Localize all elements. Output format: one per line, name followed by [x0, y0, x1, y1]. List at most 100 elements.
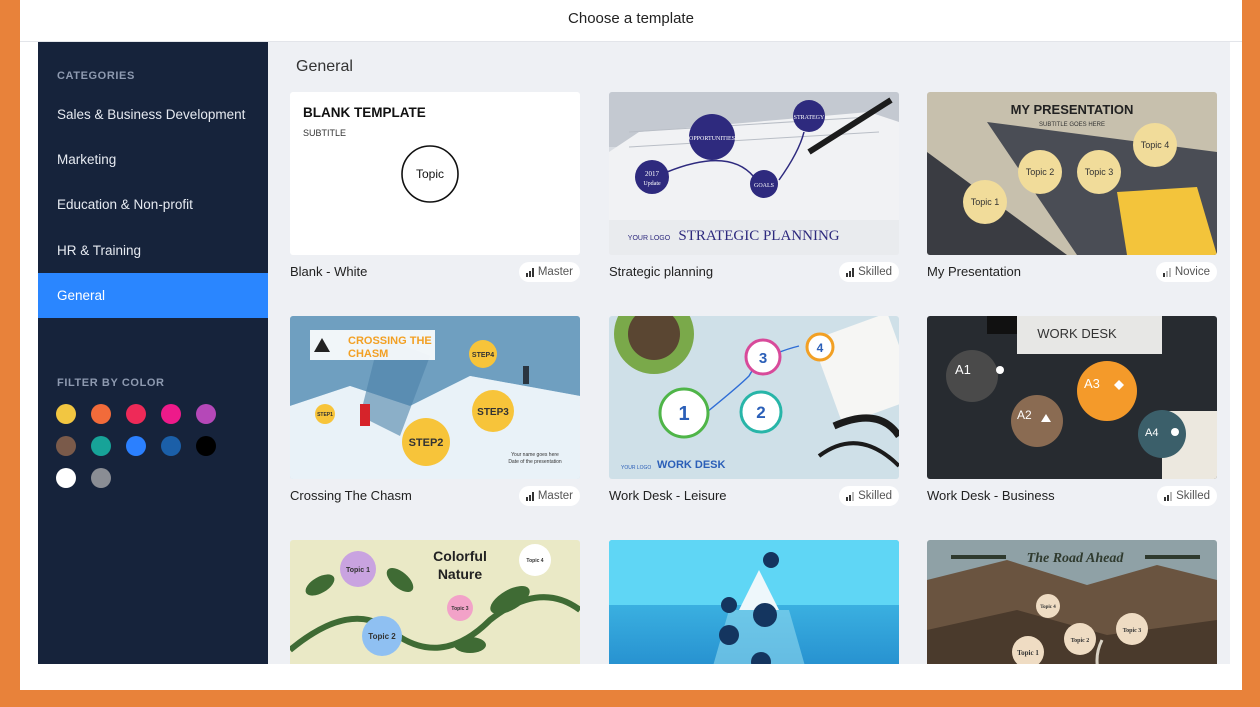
template-card-crossing-the-chasm[interactable]: CROSSING THE CHASM STEP1 STEP2 STEP3 STE…	[290, 316, 580, 516]
color-swatch-purple[interactable]	[196, 404, 216, 424]
skill-level-icon	[846, 491, 855, 501]
svg-text:CROSSING THE: CROSSING THE	[348, 335, 432, 347]
template-thumbnail: 1 2 3 4 WORK DESK YOUR LOGO	[609, 316, 899, 479]
template-name: Strategic planning	[609, 264, 714, 279]
svg-text:YOUR LOGO: YOUR LOGO	[621, 465, 651, 471]
categories-heading: CATEGORIES	[57, 70, 135, 82]
template-thumbnail: The Road Ahead Topic 1 Topic 2 Topic 3 T…	[927, 540, 1217, 664]
svg-text:4: 4	[817, 341, 824, 355]
svg-text:Update: Update	[643, 181, 661, 187]
level-label: Skilled	[858, 266, 892, 278]
svg-text:3: 3	[759, 350, 767, 367]
template-card-work-desk-leisure[interactable]: 1 2 3 4 WORK DESK YOUR LOGO Work Desk - …	[609, 316, 899, 516]
skill-level-icon	[525, 491, 534, 501]
svg-text:WORK DESK: WORK DESK	[1037, 326, 1117, 341]
svg-text:Topic 1: Topic 1	[346, 567, 370, 574]
svg-text:GOALS: GOALS	[754, 183, 774, 189]
svg-text:STEP2: STEP2	[409, 437, 444, 449]
level-label: Novice	[1174, 266, 1210, 278]
section-title: General	[296, 58, 353, 75]
svg-text:Topic 4: Topic 4	[1141, 140, 1170, 150]
category-general[interactable]: General	[38, 273, 268, 318]
svg-text:1: 1	[678, 403, 689, 425]
template-card-blank-white[interactable]: BLANK TEMPLATE SUBTITLE Topic Blank - Wh…	[290, 92, 580, 292]
svg-text:YOUR LOGO: YOUR LOGO	[628, 235, 671, 242]
svg-text:The Road Ahead: The Road Ahead	[1027, 551, 1125, 566]
template-dialog: Choose a template CATEGORIES Sales & Bus…	[20, 0, 1242, 690]
svg-text:Your name goes here: Your name goes here	[511, 452, 559, 458]
level-badge: Skilled	[839, 486, 899, 506]
svg-text:CHASM: CHASM	[348, 348, 388, 360]
svg-text:2: 2	[756, 403, 765, 422]
svg-text:STEP1: STEP1	[317, 412, 333, 418]
svg-text:A4: A4	[1145, 427, 1158, 439]
template-thumbnail: OPPORTUNITIES STRATEGY 2017 Update GOALS…	[609, 92, 899, 255]
level-label: Skilled	[1176, 490, 1210, 502]
level-label: Master	[537, 490, 573, 502]
svg-text:Nature: Nature	[438, 566, 483, 582]
template-thumbnail: BLANK TEMPLATE SUBTITLE Topic	[290, 92, 580, 255]
level-label: Master	[537, 266, 573, 278]
color-swatch-brown[interactable]	[56, 436, 76, 456]
svg-text:SUBTITLE GOES HERE: SUBTITLE GOES HERE	[1039, 122, 1105, 128]
template-name: My Presentation	[927, 264, 1021, 279]
svg-text:STEP4: STEP4	[472, 352, 494, 359]
svg-text:A1: A1	[955, 362, 971, 377]
color-swatch-white[interactable]	[56, 468, 76, 488]
skill-level-icon	[1162, 267, 1171, 277]
svg-text:Topic 1: Topic 1	[971, 197, 1000, 207]
template-gallery: General BLANK TEMPLATE SUBTITLE Topic Bl…	[268, 42, 1230, 664]
svg-text:A3: A3	[1084, 376, 1100, 391]
filter-by-color-heading: FILTER BY COLOR	[57, 377, 165, 389]
svg-text:Topic 3: Topic 3	[1085, 167, 1114, 177]
svg-text:A2: A2	[1017, 408, 1032, 422]
svg-text:MY PRESENTATION: MY PRESENTATION	[1011, 102, 1134, 117]
dialog-title: Choose a template	[20, 0, 1242, 42]
color-swatch-dark-blue[interactable]	[161, 436, 181, 456]
template-thumbnail: Topic 1 Topic 2 Topic 3 Topic 4 Colorful…	[290, 540, 580, 664]
svg-text:WORK DESK: WORK DESK	[657, 459, 726, 471]
skill-level-icon	[1164, 491, 1173, 501]
thumb-title: BLANK TEMPLATE	[303, 105, 426, 120]
svg-text:Topic 2: Topic 2	[1071, 638, 1090, 644]
category-education-non-profit[interactable]: Education & Non-profit	[38, 182, 268, 227]
level-badge: Novice	[1155, 262, 1217, 282]
color-swatch-teal[interactable]	[91, 436, 111, 456]
color-swatch-red[interactable]	[126, 404, 146, 424]
svg-text:STRATEGY: STRATEGY	[794, 115, 825, 121]
category-hr-training[interactable]: HR & Training	[38, 228, 268, 273]
template-card-work-desk-business[interactable]: WORK DESK A1 A2 A3 A4 Work Desk - Busine…	[927, 316, 1217, 516]
level-badge: Master	[518, 486, 580, 506]
svg-text:STEP3: STEP3	[477, 407, 509, 418]
template-thumbnail: WORK DESK A1 A2 A3 A4	[927, 316, 1217, 479]
color-swatch-blue[interactable]	[126, 436, 146, 456]
category-marketing[interactable]: Marketing	[38, 137, 268, 182]
svg-text:Topic 2: Topic 2	[1026, 167, 1055, 177]
template-name: Blank - White	[290, 264, 368, 279]
template-card-iceberg[interactable]	[609, 540, 899, 664]
svg-text:STRATEGIC PLANNING: STRATEGIC PLANNING	[678, 228, 839, 244]
color-swatch-orange[interactable]	[91, 404, 111, 424]
svg-text:Topic 1: Topic 1	[1017, 649, 1039, 657]
template-card-the-road-ahead[interactable]: The Road Ahead Topic 1 Topic 2 Topic 3 T…	[927, 540, 1217, 664]
color-swatch-pink[interactable]	[161, 404, 181, 424]
thumb-subtitle: SUBTITLE	[303, 128, 346, 138]
template-card-strategic-planning[interactable]: OPPORTUNITIES STRATEGY 2017 Update GOALS…	[609, 92, 899, 292]
template-thumbnail: CROSSING THE CHASM STEP1 STEP2 STEP3 STE…	[290, 316, 580, 479]
level-badge: Skilled	[839, 262, 899, 282]
color-swatch-yellow[interactable]	[56, 404, 76, 424]
svg-text:Colorful: Colorful	[433, 548, 487, 564]
svg-text:Date of the presentation: Date of the presentation	[508, 459, 562, 465]
level-label: Skilled	[858, 490, 892, 502]
color-swatch-black[interactable]	[196, 436, 216, 456]
svg-text:Topic 2: Topic 2	[368, 632, 396, 641]
template-thumbnail	[609, 540, 899, 664]
template-thumbnail: MY PRESENTATION SUBTITLE GOES HERE Topic…	[927, 92, 1217, 255]
thumb-topic: Topic	[416, 167, 444, 181]
svg-text:Topic 3: Topic 3	[451, 606, 468, 612]
template-card-my-presentation[interactable]: MY PRESENTATION SUBTITLE GOES HERE Topic…	[927, 92, 1217, 292]
skill-level-icon	[525, 267, 534, 277]
category-sales-business-development[interactable]: Sales & Business Development	[38, 92, 268, 137]
template-card-colorful-nature[interactable]: Topic 1 Topic 2 Topic 3 Topic 4 Colorful…	[290, 540, 580, 664]
color-swatch-gray[interactable]	[91, 468, 111, 488]
